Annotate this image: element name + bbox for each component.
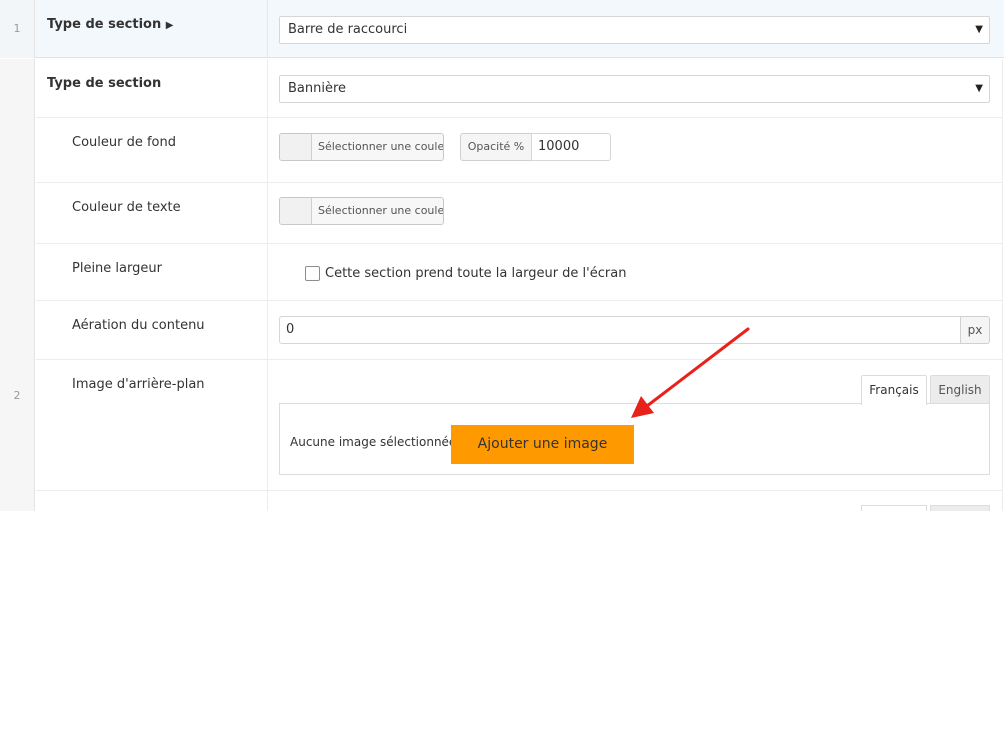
next-row-tab-stub [930,505,990,511]
bg-color-picker-button[interactable]: Sélectionner une couleur [279,133,444,161]
section-type-label-text: Type de section [47,76,162,91]
add-image-button-label: Ajouter une image [477,436,608,452]
color-swatch [280,134,312,160]
padding-input[interactable]: 0 [279,316,961,344]
opacity-input[interactable]: 10000 [531,133,611,161]
tab-english[interactable]: English [930,375,990,404]
bg-image-label: Image d'arrière-plan [72,377,205,392]
row-number-2-text: 2 [13,389,21,402]
padding-unit-addon: px [960,316,990,344]
full-width-checkbox[interactable] [305,266,320,281]
full-width-label: Pleine largeur [72,261,162,276]
column-divider [267,0,268,58]
row-divider [36,243,1003,244]
row-number-1: 1 [0,0,35,58]
no-image-text: Aucune image sélectionnée [290,435,457,449]
row-divider [36,117,1003,118]
color-button-label: Sélectionner une couleur [318,204,444,217]
section-type-label-text: Type de section [47,17,162,32]
full-width-checkbox-label[interactable]: Cette section prend toute la largeur de … [325,266,626,281]
row-number-2: 2 [0,59,35,511]
color-button-label: Sélectionner une couleur [318,140,444,153]
row-divider [36,359,1003,360]
text-color-label: Couleur de texte [72,200,181,215]
section-type-label: Type de section [47,76,161,91]
section-type-select-2[interactable]: Bannière ▼ [279,75,990,103]
right-border [1002,59,1003,511]
select-value: Bannière [288,81,347,96]
section-type-label: Type de section ▶ [47,17,173,32]
row-divider [36,182,1003,183]
chevron-down-icon: ▼ [975,24,983,35]
next-row-tab-stub [861,505,927,511]
opacity-label: Opacité % [460,133,532,161]
bg-color-label: Couleur de fond [72,135,176,150]
chevron-down-icon: ▼ [975,83,983,94]
row-divider [36,490,1003,491]
section-type-select-1[interactable]: Barre de raccourci ▼ [279,16,990,44]
caret-right-icon: ▶ [165,20,174,31]
color-swatch [280,198,312,224]
padding-label: Aération du contenu [72,318,205,333]
column-divider [267,59,268,511]
select-value: Barre de raccourci [288,22,408,37]
add-image-button[interactable]: Ajouter une image [451,425,634,464]
tab-francais[interactable]: Français [861,375,927,405]
row-divider [36,300,1003,301]
text-color-picker-button[interactable]: Sélectionner une couleur [279,197,444,225]
